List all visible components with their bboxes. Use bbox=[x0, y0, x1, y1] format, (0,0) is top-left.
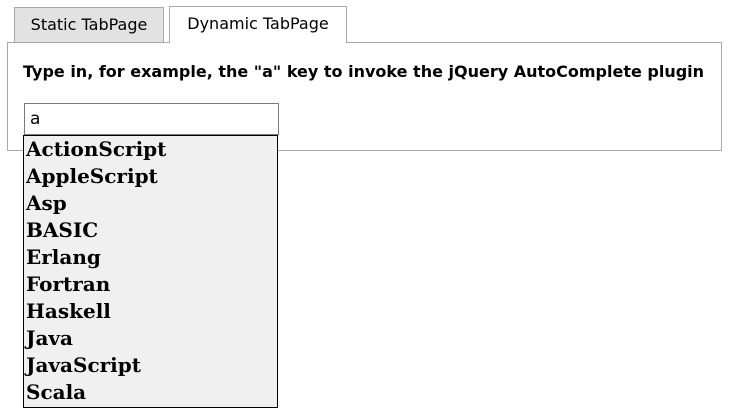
tab-dynamic-tabpage[interactable]: Dynamic TabPage bbox=[169, 6, 347, 43]
autocomplete-input[interactable] bbox=[24, 103, 279, 135]
suggestion-item[interactable]: ActionScript bbox=[24, 136, 277, 163]
tab-static-tabpage[interactable]: Static TabPage bbox=[14, 7, 164, 42]
suggestion-item[interactable]: Haskell bbox=[24, 298, 277, 325]
autocomplete-suggestion-list: ActionScript AppleScript Asp BASIC Erlan… bbox=[23, 135, 278, 408]
suggestion-item[interactable]: Erlang bbox=[24, 244, 277, 271]
instruction-text: Type in, for example, the "a" key to inv… bbox=[23, 62, 705, 81]
suggestion-item[interactable]: Fortran bbox=[24, 271, 277, 298]
suggestion-item[interactable]: Asp bbox=[24, 190, 277, 217]
suggestion-item[interactable]: Scala bbox=[24, 379, 277, 406]
suggestion-item[interactable]: JavaScript bbox=[24, 352, 277, 379]
suggestion-item[interactable]: BASIC bbox=[24, 217, 277, 244]
suggestion-item[interactable]: Java bbox=[24, 325, 277, 352]
suggestion-item[interactable]: AppleScript bbox=[24, 163, 277, 190]
